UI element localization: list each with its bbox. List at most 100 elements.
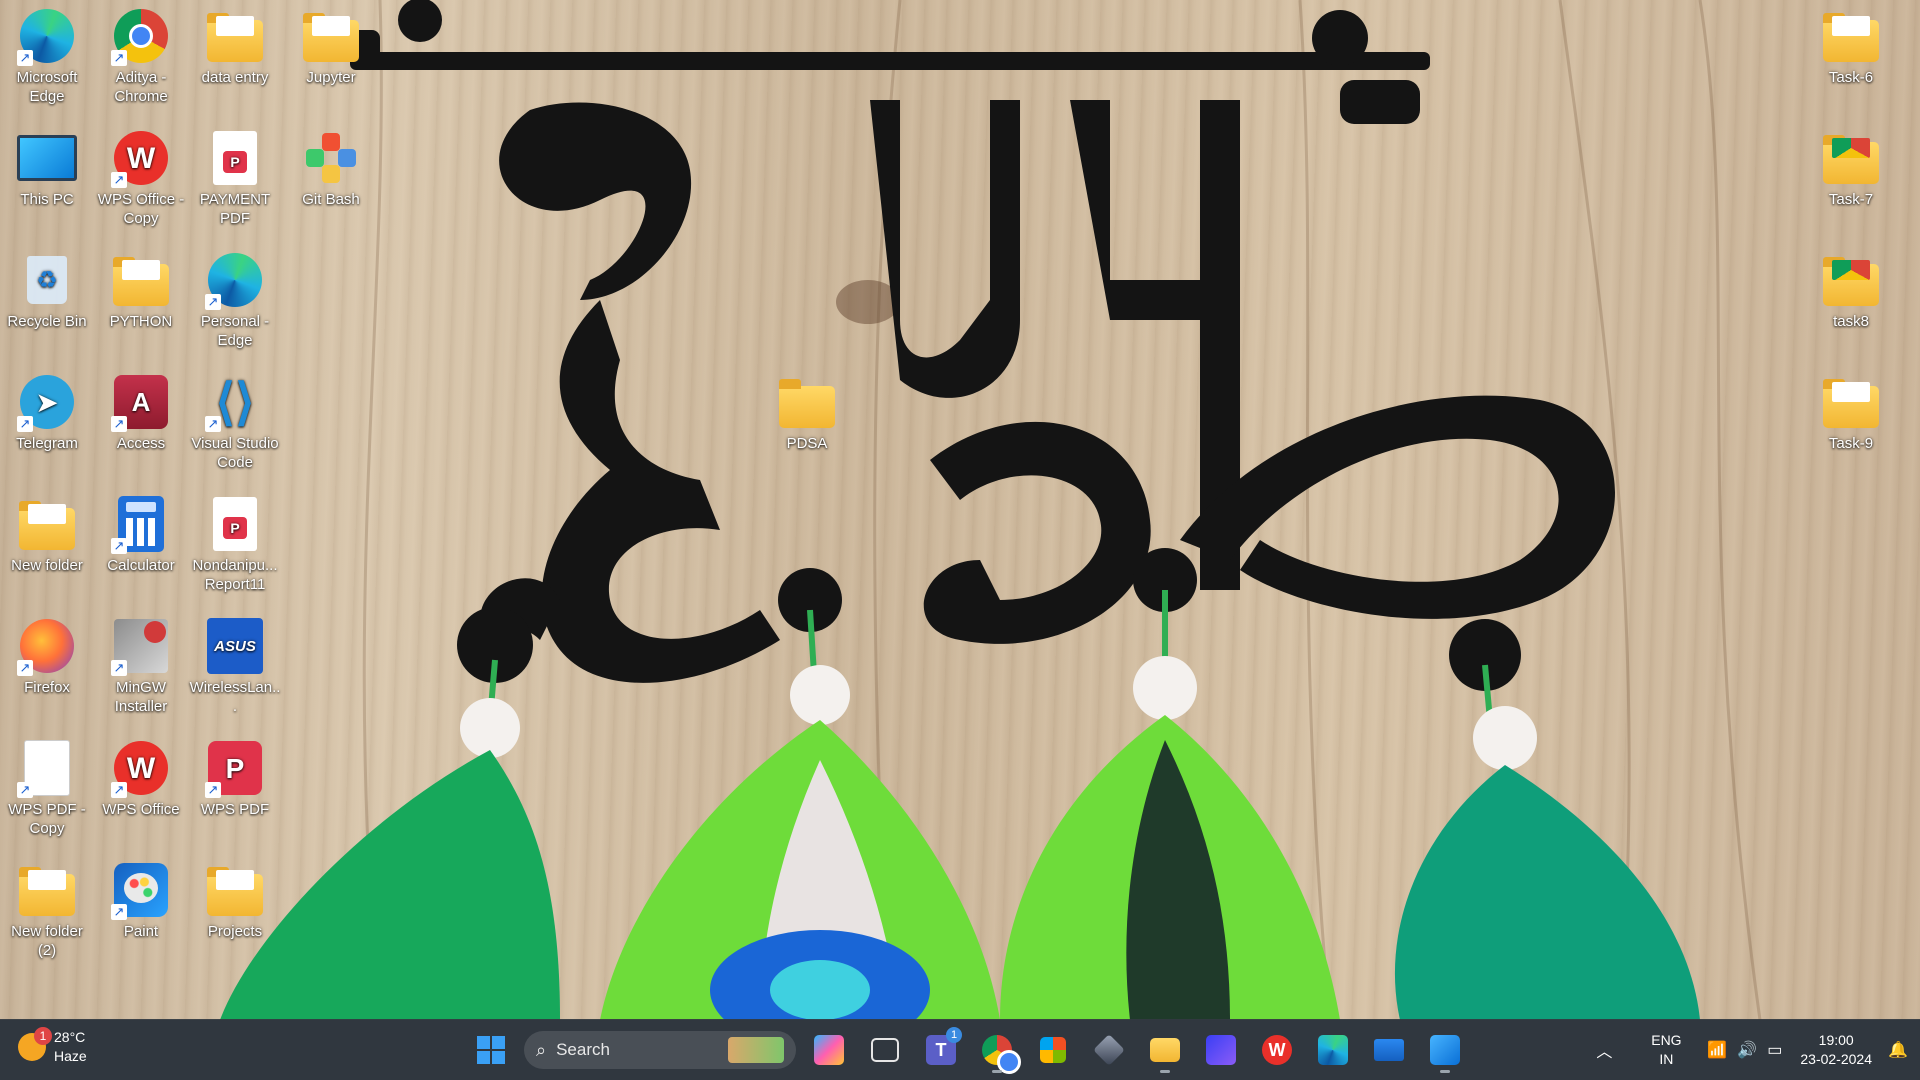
desktop-icon-label: Calculator [107,557,175,574]
quick-settings-button[interactable]: 📶 🔊 ▭ [1707,1040,1782,1060]
pdf-document-icon: P [205,494,265,554]
desktop-icon-task8[interactable]: task8 [1804,244,1898,362]
clock[interactable]: 19:00 23-02-2024 [1800,1031,1872,1069]
wps-office-icon: W [111,738,171,798]
teams-button[interactable]: T 1 [918,1027,964,1073]
show-hidden-icons-button[interactable]: ︿ [1589,1038,1619,1062]
wps-office-button[interactable]: W [1254,1027,1300,1073]
desktop-icon-label: WPS Office - Copy [97,191,185,227]
notification-bell-icon[interactable]: 🔔 [1884,1040,1912,1060]
edge-icon [17,6,77,66]
wps-office-icon: W [111,128,171,188]
desktop-icon-projects[interactable]: Projects [188,854,282,972]
copilot-button[interactable] [806,1027,852,1073]
mingw-icon [111,616,171,676]
desktop-icon-label: Task-9 [1828,435,1874,452]
desktop-icon-nondanipu-report11[interactable]: P Nondanipu... Report11 [188,488,282,606]
desktop-icon-mingw-installer[interactable]: MinGW Installer [94,610,188,728]
search-icon: ⌕ [536,1039,547,1060]
desktop-icon-new-folder[interactable]: New folder [0,488,94,606]
desktop-icon-label: PAYMENT PDF [199,191,271,227]
desktop-icon-pdsa[interactable]: PDSA [760,366,854,484]
folder-icon [777,372,837,432]
folder-icon [17,494,77,554]
clock-time: 19:00 [1818,1032,1854,1048]
desktop-icon-jupyter[interactable]: Jupyter [284,0,378,118]
pdf-document-icon: P [205,128,265,188]
folder-icon [301,6,361,66]
desktop-icon-wirelesslan[interactable]: ASUS WirelessLan... [188,610,282,728]
task-view-icon [871,1038,899,1062]
microsoft-store-button[interactable] [1030,1027,1076,1073]
calculator-icon [111,494,171,554]
desktop-icon-label: Aditya - Chrome [114,69,168,105]
desktop-icon-label: WPS PDF [200,801,270,818]
desktop-icon-task-7[interactable]: Task-7 [1804,122,1898,240]
desktop-icon-wps-pdf-copy[interactable]: WPS PDF - Copy [0,732,94,850]
task-view-button[interactable] [862,1027,908,1073]
desktop-icon-label: Jupyter [306,69,356,86]
desktop-icon-this-pc[interactable]: This PC [0,122,94,240]
file-explorer-button[interactable] [1142,1027,1188,1073]
chrome-icon [111,6,171,66]
asus-icon: ASUS [205,616,265,676]
desktop-icon-git-bash[interactable]: Git Bash [284,122,378,240]
desktop-icon-new-folder-2[interactable]: New folder (2) [0,854,94,972]
weather-condition: Haze [54,1048,87,1064]
desktop-icon-calculator[interactable]: Calculator [94,488,188,606]
desktop-icon-task-9[interactable]: Task-9 [1804,366,1898,484]
desktop-icon-label: PYTHON [109,313,173,330]
desktop-icon-label: New folder (2) [11,923,83,959]
desktop-icon-label: Nondanipu... Report11 [192,557,278,593]
mail-button[interactable] [1366,1027,1412,1073]
desktop-icon-access[interactable]: A Access [94,366,188,484]
desktop-icon-wps-office-copy[interactable]: W WPS Office - Copy [94,122,188,240]
desktop-icon-paint[interactable]: Paint [94,854,188,972]
firefox-icon [17,616,77,676]
desktop-icon-recycle-bin[interactable]: ♻ Recycle Bin [0,244,94,362]
blank-document-icon [17,738,77,798]
desktop-icon-wps-pdf[interactable]: P WPS PDF [188,732,282,850]
desktop-icon-firefox[interactable]: Firefox [0,610,94,728]
desktop-icon-microsoft-edge[interactable]: Microsoft Edge [0,0,94,118]
desktop-icon-personal-edge[interactable]: Personal - Edge [188,244,282,362]
photos-button[interactable] [1422,1027,1468,1073]
taskbar-app-button[interactable] [1086,1027,1132,1073]
taskbar-app-button[interactable] [1198,1027,1244,1073]
folder-icon [205,6,265,66]
taskbar-search[interactable]: ⌕ Search [524,1031,796,1069]
taskbar: 1 28°C Haze ⌕ Search T 1 W ︿ ENG IN 📶 🔊 … [0,1019,1920,1080]
folder-icon [1821,6,1881,66]
desktop-icon-label: Paint [123,923,159,940]
desktop-icon-label: This PC [20,191,74,208]
wps-pdf-icon: P [205,738,265,798]
photos-icon [1430,1035,1460,1065]
taskbar-apps: ⌕ Search T 1 W [468,1026,1468,1074]
desktop-icon-wps-office[interactable]: W WPS Office [94,732,188,850]
desktop-icon-label: Personal - Edge [200,313,270,349]
desktop-icon-label: WirelessLan... [189,679,281,715]
chrome-button[interactable] [974,1027,1021,1074]
start-button[interactable] [468,1027,514,1073]
desktop-icon-telegram[interactable]: ➤ Telegram [0,366,94,484]
desktop-icon-label: Projects [207,923,263,940]
input-language-button[interactable]: ENG IN [1641,1031,1691,1069]
mail-icon [1374,1039,1404,1061]
desktop-icon-payment-pdf[interactable]: P PAYMENT PDF [188,122,282,240]
desktop-icon-task-6[interactable]: Task-6 [1804,0,1898,118]
edge-button[interactable] [1310,1027,1356,1073]
weather-badge: 1 [34,1027,52,1045]
microsoft-store-icon [1040,1037,1066,1063]
desktop-icon-visual-studio-code[interactable]: ⟨⟩ Visual Studio Code [188,366,282,484]
folder-icon [1821,372,1881,432]
weather-widget[interactable]: 1 28°C Haze [18,1027,87,1066]
desktop-icon-aditya-chrome[interactable]: Aditya - Chrome [94,0,188,118]
desktop-icon-label: MinGW Installer [114,679,168,715]
desktop-icon-data-entry[interactable]: data entry [188,0,282,118]
desktop-icon-python[interactable]: PYTHON [94,244,188,362]
access-icon: A [111,372,171,432]
desktop-icon-label: Telegram [16,435,78,452]
copilot-icon [814,1035,844,1065]
folder-icon [1821,250,1881,310]
desktop-icon-label: data entry [201,69,269,86]
